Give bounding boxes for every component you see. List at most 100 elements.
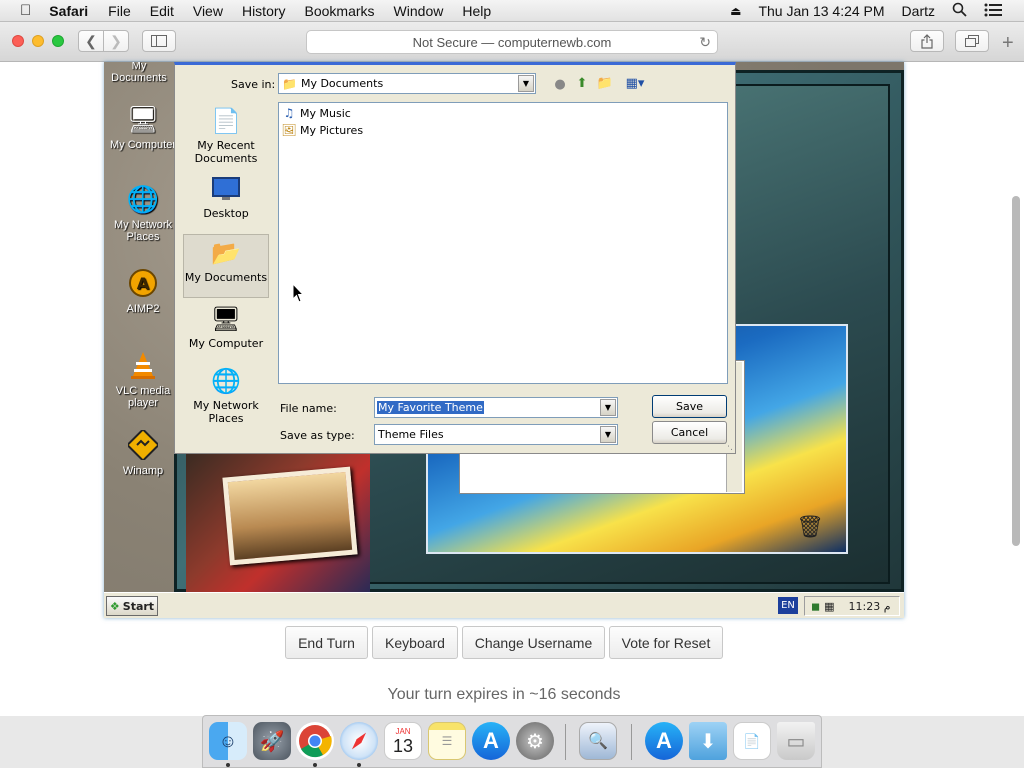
calendar-icon[interactable]: JAN 13 xyxy=(384,722,422,760)
view-menu-icon[interactable]: ▦▾ xyxy=(622,74,648,92)
file-list[interactable]: ♫ My Music 🖼 My Pictures xyxy=(278,102,728,384)
place-my-documents[interactable]: 📂 My Documents xyxy=(183,234,269,298)
dropdown-arrow-icon[interactable]: ▼ xyxy=(518,75,534,92)
start-button[interactable]: ❖ Start xyxy=(106,596,158,616)
file-name-input[interactable]: My Favorite Theme ▼ xyxy=(374,397,618,418)
sidebar-toggle-button[interactable] xyxy=(142,30,176,52)
reload-icon[interactable]: ↻ xyxy=(699,34,711,51)
eject-icon[interactable]: ⏏ xyxy=(730,4,741,18)
folder-icon: 📁 xyxy=(282,76,297,91)
menu-edit[interactable]: Edit xyxy=(150,3,174,19)
xp-taskbar: ❖ Start EN ◼ ▦ 11:23 م xyxy=(104,592,904,618)
menu-view[interactable]: View xyxy=(193,3,223,19)
save-in-dropdown[interactable]: 📁 My Documents ▼ xyxy=(278,73,536,94)
finder-icon[interactable]: ☺ xyxy=(209,722,247,760)
dropdown-arrow-icon[interactable]: ▼ xyxy=(600,426,616,443)
zoom-window-button[interactable] xyxy=(52,35,64,47)
up-folder-icon[interactable]: ⬆ xyxy=(573,74,591,92)
place-my-network-places[interactable]: 🌐 My Network Places xyxy=(183,365,269,426)
windows-logo-icon: ❖ xyxy=(109,599,120,613)
desktop-icon-label: AIMP2 xyxy=(126,303,160,315)
desktop-icon-my-network-places[interactable]: 🌐 My Network Places xyxy=(108,182,178,243)
notes-icon[interactable]: ☰ xyxy=(428,722,466,760)
place-my-recent-documents[interactable]: 📄 My Recent Documents xyxy=(183,105,269,166)
file-item-my-pictures[interactable]: 🖼 My Pictures xyxy=(281,123,364,137)
desktop-icon-label: My Documents xyxy=(111,62,167,84)
save-as-type-label: Save as type: xyxy=(280,429,355,442)
back-nav-icon[interactable]: ● xyxy=(551,75,569,93)
save-as-type-dropdown[interactable]: Theme Files ▼ xyxy=(374,424,618,445)
dropdown-arrow-icon[interactable]: ▼ xyxy=(600,399,616,416)
language-indicator[interactable]: EN xyxy=(778,597,798,614)
app-store-download-icon[interactable]: A xyxy=(645,722,683,760)
desktop-icon-my-documents[interactable]: My Documents xyxy=(104,62,174,84)
close-window-button[interactable] xyxy=(12,35,24,47)
chevron-left-icon: ❮ xyxy=(85,32,97,49)
tray-clock[interactable]: 11:23 م xyxy=(849,600,891,613)
preview-icon[interactable]: 🔍 xyxy=(579,722,617,760)
end-turn-button[interactable]: End Turn xyxy=(285,626,368,659)
file-name-value: My Favorite Theme xyxy=(377,401,484,414)
my-documents-folder-icon: 📂 xyxy=(211,238,241,267)
minimize-window-button[interactable] xyxy=(32,35,44,47)
safari-icon[interactable] xyxy=(340,722,378,760)
forward-button[interactable]: ❯ xyxy=(103,30,129,52)
menubar-user[interactable]: Dartz xyxy=(902,3,935,19)
menu-window[interactable]: Window xyxy=(394,3,444,19)
new-tab-plus-icon[interactable]: + xyxy=(1002,32,1014,55)
launchpad-icon[interactable]: 🚀 xyxy=(253,722,291,760)
calendar-day: 13 xyxy=(392,735,414,756)
desktop-icon-winamp[interactable]: Winamp xyxy=(108,428,178,477)
file-item-my-music[interactable]: ♫ My Music xyxy=(282,106,351,120)
save-theme-dialog: Save in: 📁 My Documents ▼ ● ⬆ 📁 ▦▾ 📄 My … xyxy=(174,62,736,454)
menu-help[interactable]: Help xyxy=(462,3,491,19)
system-tray: ◼ ▦ 11:23 م xyxy=(804,596,900,616)
tray-network-icon[interactable]: ◼ xyxy=(811,600,820,613)
chrome-icon[interactable] xyxy=(296,722,334,760)
system-preferences-icon[interactable]: ⚙ xyxy=(516,722,554,760)
vlc-cone-icon xyxy=(126,348,160,382)
place-my-computer[interactable]: 🖥 My Computer xyxy=(183,303,269,351)
vm-screen[interactable]: 🗑 My Documents 🖥 My Computer 🌐 My Networ… xyxy=(104,62,904,618)
file-item-label: My Pictures xyxy=(300,123,364,137)
share-button[interactable] xyxy=(910,30,944,52)
menu-app-name[interactable]: Safari xyxy=(49,3,88,19)
pictures-folder-icon: 🖼 xyxy=(281,123,297,137)
notification-center-icon[interactable] xyxy=(984,3,1002,20)
downloads-folder-icon[interactable]: ⬇ xyxy=(689,722,727,760)
recent-documents-icon: 📄 xyxy=(211,106,241,135)
address-bar[interactable]: Not Secure — computernewb.com ↻ xyxy=(306,30,718,54)
desktop-icon-label: VLC media player xyxy=(115,385,171,409)
apple-menu-icon[interactable]:  xyxy=(20,2,31,19)
tray-app-icon[interactable]: ▦ xyxy=(824,600,834,613)
page-scrollbar[interactable] xyxy=(1012,196,1020,546)
save-button[interactable]: Save xyxy=(652,395,727,418)
resize-grip-icon[interactable]: ⋱ xyxy=(724,442,733,452)
cancel-button[interactable]: Cancel xyxy=(652,421,727,444)
mouse-cursor-icon xyxy=(292,283,304,303)
change-username-button[interactable]: Change Username xyxy=(462,626,605,659)
menu-file[interactable]: File xyxy=(108,3,131,19)
new-folder-icon[interactable]: 📁 xyxy=(596,74,614,92)
document-icon[interactable]: 📄 xyxy=(733,722,771,760)
tabs-overview-button[interactable] xyxy=(955,30,989,52)
app-store-icon[interactable]: A xyxy=(472,722,510,760)
menubar-clock[interactable]: Thu Jan 13 4:24 PM xyxy=(758,3,884,19)
save-in-label: Save in: xyxy=(231,78,276,91)
desktop-icon-my-computer[interactable]: 🖥 My Computer xyxy=(108,102,178,151)
desktop-icon-label: Winamp xyxy=(122,465,164,477)
desktop-icon-vlc[interactable]: VLC media player xyxy=(108,348,178,409)
place-desktop[interactable]: Desktop xyxy=(183,173,269,220)
calendar-month: JAN xyxy=(395,726,411,736)
trash-icon[interactable]: ▭ xyxy=(777,722,815,760)
turn-timer-message: Your turn expires in ~16 seconds xyxy=(387,686,621,703)
vote-for-reset-button[interactable]: Vote for Reset xyxy=(609,626,723,659)
place-label: Desktop xyxy=(203,207,249,220)
desktop-icon-aimp2[interactable]: A AIMP2 xyxy=(108,266,178,315)
photo-artwork xyxy=(222,466,358,566)
menu-bookmarks[interactable]: Bookmarks xyxy=(305,3,375,19)
menu-history[interactable]: History xyxy=(242,3,286,19)
spotlight-search-icon[interactable] xyxy=(952,2,967,20)
back-button[interactable]: ❮ xyxy=(78,30,104,52)
keyboard-button[interactable]: Keyboard xyxy=(372,626,458,659)
